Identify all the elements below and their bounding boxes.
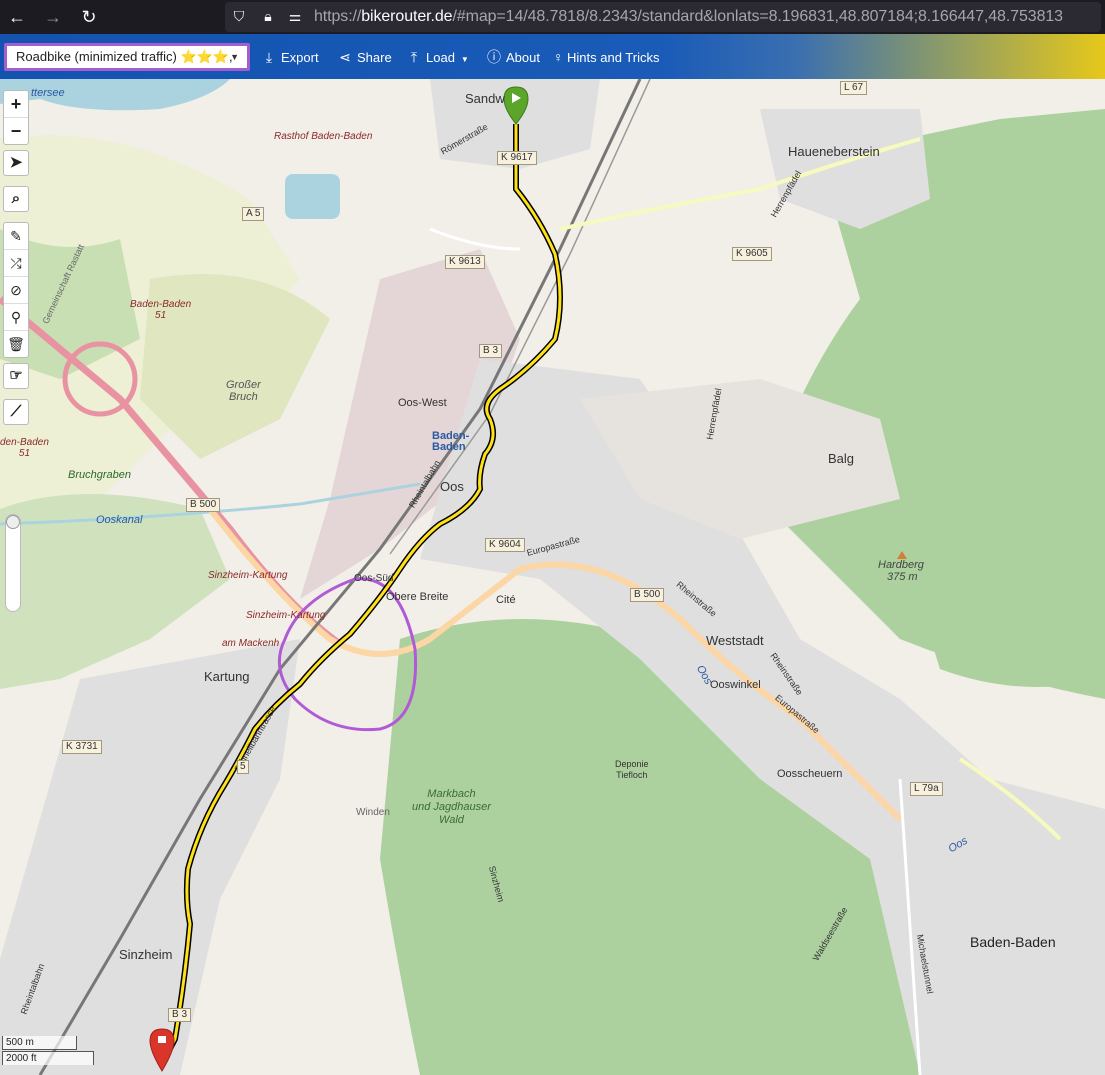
shield-k3731: K 3731	[62, 740, 102, 754]
load-button[interactable]: ⤒ Load ▼	[406, 47, 469, 67]
download-icon: ⤓	[265, 49, 273, 65]
opacity-slider[interactable]	[5, 514, 21, 612]
shield-b500a: B 500	[186, 498, 221, 512]
zoom-control: + −	[3, 90, 29, 145]
zoom-in-button[interactable]: +	[4, 91, 28, 118]
chevron-down-icon: ▼	[460, 55, 469, 64]
pencil-icon[interactable]: ✎	[4, 223, 28, 250]
hints-label: Hints and Tricks	[567, 50, 660, 65]
zoom-out-button[interactable]: −	[4, 118, 28, 144]
label-kartung: Kartung	[204, 669, 250, 684]
label-balg: Balg	[828, 451, 855, 466]
elevation-chart-icon[interactable]: ⟋	[3, 399, 29, 425]
address-bar[interactable]: ⛉ 🔒︎ ⚌ https://bikerouter.de/#map=14/48.…	[225, 2, 1101, 32]
label-grosser-bruch: Großer Bruch	[226, 379, 261, 403]
label-winden: Winden	[356, 807, 390, 818]
lightbulb-icon: ♀	[553, 49, 564, 65]
label-ooskanal: Ooskanal	[96, 514, 143, 526]
search-icon[interactable]: ⌕	[3, 186, 29, 212]
scale-imperial: 2000 ft	[2, 1051, 94, 1065]
label-markbach: Markbach und Jagdhauser Wald	[412, 788, 491, 826]
permissions-icon[interactable]: ⚌	[286, 7, 304, 25]
share-icon: ⋖	[339, 49, 351, 65]
shield-k9604: K 9604	[485, 538, 525, 552]
label-hardberg: Hardberg	[878, 559, 924, 571]
export-button[interactable]: ⤓ Export	[261, 47, 319, 67]
label-sinzheim-kartung2: Sinzheim-Kartung	[246, 610, 326, 621]
profile-select-label: Roadbike (minimized traffic) ⭐⭐⭐,	[16, 49, 233, 64]
load-label: Load	[426, 50, 455, 65]
about-label: About	[506, 50, 540, 65]
label-rasthof: Rasthof Baden-Baden	[274, 131, 373, 142]
export-label: Export	[281, 50, 319, 65]
browser-chrome: ← → ↻ ⛉ 🔒︎ ⚌ https://bikerouter.de/#map=…	[0, 0, 1105, 34]
label-oos: Oos	[440, 479, 464, 494]
shuffle-icon[interactable]: ⤮	[4, 250, 28, 277]
chevron-down-icon: ▼	[230, 52, 239, 62]
back-arrow-icon[interactable]: ←	[6, 7, 28, 27]
label-sinzheim-kartung1: Sinzheim-Kartung	[208, 570, 288, 581]
label-obere-breite: Obere Breite	[386, 591, 449, 603]
label-airport: Baden- Baden	[432, 430, 470, 453]
label-baden-baden-city: Baden-Baden	[970, 934, 1056, 950]
shield-b500b: B 500	[630, 588, 665, 602]
label-baden-baden-51a: Baden-Baden 51	[130, 299, 192, 321]
label-haueneberstein: Haueneberstein	[788, 144, 880, 159]
map-base	[0, 79, 1105, 1075]
scale-metric: 500 m	[2, 1036, 77, 1050]
shield-k9617: K 9617	[497, 151, 537, 165]
forward-arrow-icon[interactable]: →	[42, 7, 64, 27]
shield-icon[interactable]: ⛉	[230, 7, 248, 25]
url-path: /#map=14/48.7818/8.2343/standard&lonlats…	[452, 8, 1063, 25]
map-canvas[interactable]: ttersee Sandw L 67 Rasthof Baden-Baden R…	[0, 79, 1105, 1075]
url-scheme: https://	[314, 8, 362, 25]
label-sandweier: Sandw	[465, 91, 505, 106]
draw-tools: ✎ ⤮ ⊘ ⚲ 🗑︎	[3, 222, 29, 358]
url-text[interactable]: https://bikerouter.de/#map=14/48.7818/8.…	[314, 7, 1063, 27]
label-ttersee: ttersee	[31, 87, 65, 99]
label-hardberg-elev: 375 m	[887, 571, 918, 583]
locate-icon[interactable]: ➤	[3, 150, 29, 176]
upload-icon: ⤒	[410, 49, 418, 65]
shield-k9613: K 9613	[445, 255, 485, 269]
share-button[interactable]: ⋖ Share	[337, 47, 392, 67]
hints-button[interactable]: ♀ Hints and Tricks	[553, 47, 659, 67]
label-ooswinkel: Ooswinkel	[710, 679, 761, 691]
label-oos-sued: Oos-Süd	[354, 573, 394, 584]
label-baden-baden-51b: den-Baden 51	[0, 437, 49, 459]
shield-5: 5	[237, 760, 249, 774]
reload-icon[interactable]: ↻	[78, 7, 100, 27]
label-deponie: Deponie Tiefloch	[615, 759, 649, 780]
info-icon: ⓘ	[487, 49, 501, 65]
about-button[interactable]: ⓘ About	[486, 47, 540, 67]
label-am-mackenheim: am Mackenh	[222, 638, 280, 649]
shield-b3a: B 3	[479, 344, 503, 358]
label-sinzheim: Sinzheim	[119, 947, 173, 962]
label-cite: Cité	[496, 594, 516, 606]
hand-pointer-icon[interactable]: ☞	[3, 363, 29, 389]
shield-k9605: K 9605	[732, 247, 772, 261]
label-oosscheuern: Oosscheuern	[777, 768, 843, 780]
shield-l67: L 67	[840, 81, 868, 95]
label-bruchgraben: Bruchgraben	[68, 469, 131, 481]
profile-select[interactable]: Roadbike (minimized traffic) ⭐⭐⭐, ▼	[4, 43, 250, 71]
shield-l79a: L 79a	[910, 782, 943, 796]
share-label: Share	[357, 50, 392, 65]
label-weststadt: Weststadt	[706, 633, 764, 648]
shield-a5: A 5	[242, 207, 265, 221]
trash-icon[interactable]: 🗑︎	[4, 331, 28, 357]
opacity-slider-knob[interactable]	[6, 515, 20, 529]
label-oos-west: Oos-West	[398, 397, 447, 409]
app-toolbar: Roadbike (minimized traffic) ⭐⭐⭐, ▼ ⤓ Exp…	[0, 34, 1105, 79]
shield-b3b: B 3	[168, 1008, 192, 1022]
lock-icon[interactable]: 🔒︎	[259, 7, 277, 25]
ban-icon[interactable]: ⊘	[4, 277, 28, 304]
marker-toggle-icon[interactable]: ⚲	[4, 304, 28, 331]
url-host: bikerouter.de	[361, 8, 453, 25]
